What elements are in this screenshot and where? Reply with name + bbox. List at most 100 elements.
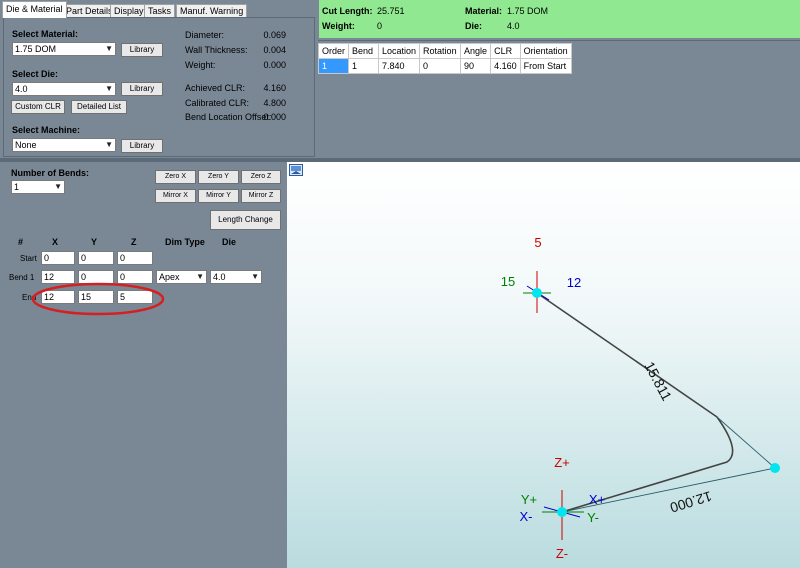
length-change-button[interactable]: Length Change xyxy=(210,210,281,230)
custom-clr-button[interactable]: Custom CLR xyxy=(11,100,65,114)
num-bends-value: 1 xyxy=(14,182,20,192)
tab-tasks[interactable]: Tasks xyxy=(144,4,176,18)
chevron-down-icon: ▼ xyxy=(196,272,204,281)
calibrated-clr-label: Calibrated CLR: xyxy=(185,98,250,108)
die-summary-label: Die: xyxy=(465,21,483,31)
select-machine-label: Select Machine: xyxy=(12,125,81,135)
material-summary-value: 1.75 DOM xyxy=(507,6,549,16)
axis-z-minus: Z- xyxy=(556,546,568,561)
tube-segment-1 xyxy=(536,292,718,418)
mirror-y-button[interactable]: Mirror Y xyxy=(198,189,239,203)
apex-node[interactable] xyxy=(770,463,780,473)
start-z-input[interactable]: 0 xyxy=(117,251,153,265)
chevron-down-icon: ▼ xyxy=(105,140,113,149)
select-die-label: Select Die: xyxy=(12,69,59,79)
apex-line-1 xyxy=(716,416,776,469)
num-bends-dropdown[interactable]: 1 ▼ xyxy=(11,180,65,194)
table-cell[interactable]: 7.840 xyxy=(378,58,421,74)
column-header[interactable]: Bend xyxy=(348,43,380,59)
weight-summary-value: 0 xyxy=(377,21,383,31)
bends-table-pane: Order Bend Location Rotation Angle CLR O… xyxy=(317,40,800,158)
summary-bar: Cut Length: 25.751 Weight: 0 Material: 1… xyxy=(319,0,800,38)
die-library-button[interactable]: Library xyxy=(121,82,163,96)
axis-y-plus: Y+ xyxy=(521,492,537,507)
material-dropdown[interactable]: 1.75 DOM ▼ xyxy=(12,42,116,56)
chevron-down-icon: ▼ xyxy=(251,272,259,281)
tab-manuf-warning[interactable]: Manuf. Warning xyxy=(176,4,248,18)
cut-length-value: 25.751 xyxy=(377,6,405,16)
bend-die-value: 4.0 xyxy=(213,272,226,282)
zero-x-button[interactable]: Zero X xyxy=(155,170,196,184)
achieved-clr-value: 4.160 xyxy=(263,83,286,93)
zero-y-button[interactable]: Zero Y xyxy=(198,170,239,184)
segment-length-1: 15.811 xyxy=(641,359,675,404)
diameter-label: Diameter: xyxy=(185,30,225,40)
table-cell[interactable]: From Start xyxy=(519,58,572,74)
highlight-ellipse xyxy=(31,282,165,316)
select-material-label: Select Material: xyxy=(12,29,79,39)
bend-die-dropdown[interactable]: 4.0 ▼ xyxy=(210,270,262,284)
die-dropdown[interactable]: 4.0 ▼ xyxy=(12,82,116,96)
material-library-button[interactable]: Library xyxy=(121,43,163,57)
wall-thickness-label: Wall Thickness: xyxy=(185,45,248,55)
table-cell[interactable]: 90 xyxy=(460,58,492,74)
bends-table[interactable]: Order Bend Location Rotation Angle CLR O… xyxy=(317,43,572,74)
table-header-row: Order Bend Location Rotation Angle CLR O… xyxy=(317,43,572,59)
table-cell[interactable]: 1 xyxy=(317,58,350,74)
die-summary-value: 4.0 xyxy=(507,21,520,31)
end-z-value: 5 xyxy=(534,235,541,250)
column-header[interactable]: Rotation xyxy=(419,43,462,59)
column-header[interactable]: Order xyxy=(317,43,350,59)
column-header[interactable]: Location xyxy=(378,43,421,59)
material-value: 1.75 DOM xyxy=(15,44,57,54)
machine-library-button[interactable]: Library xyxy=(121,139,163,153)
tab-part-details[interactable]: Part Details xyxy=(62,4,117,18)
header-dim-type: Dim Type xyxy=(165,237,205,247)
3d-viewport[interactable]: 5 15 12 15.811 12.000 Z+ Z- Y+ Y- X+ X- xyxy=(287,162,800,568)
table-cell[interactable]: 1 xyxy=(348,58,380,74)
axis-x-minus: X- xyxy=(520,509,533,524)
chevron-down-icon: ▼ xyxy=(54,182,62,191)
machine-value: None xyxy=(15,140,37,150)
tab-strip: Die & Material Part Details Display Task… xyxy=(0,0,318,18)
cut-length-label: Cut Length: xyxy=(322,6,373,16)
column-header[interactable]: Angle xyxy=(460,43,492,59)
mirror-x-button[interactable]: Mirror X xyxy=(155,189,196,203)
header-die: Die xyxy=(222,237,237,247)
calibrated-clr-value: 4.800 xyxy=(263,98,286,108)
start-y-input[interactable]: 0 xyxy=(78,251,114,265)
start-x-input[interactable]: 0 xyxy=(41,251,75,265)
machine-dropdown[interactable]: None ▼ xyxy=(12,138,116,152)
start-node[interactable] xyxy=(557,507,567,517)
table-cell[interactable]: 0 xyxy=(419,58,462,74)
axis-z-plus: Z+ xyxy=(554,455,570,470)
material-summary-label: Material: xyxy=(465,6,503,16)
die-material-panel: Select Material: 1.75 DOM ▼ Library Sele… xyxy=(3,17,315,157)
diameter-value: 0.069 xyxy=(263,30,286,40)
table-cell[interactable]: 4.160 xyxy=(490,58,521,74)
zero-z-button[interactable]: Zero Z xyxy=(241,170,281,184)
header-y: Y xyxy=(91,237,98,247)
highlight-ellipse-shape xyxy=(31,282,165,316)
tube-drawing: 5 15 12 15.811 12.000 Z+ Z- Y+ Y- X+ X- xyxy=(501,235,780,561)
chevron-down-icon: ▼ xyxy=(105,84,113,93)
axis-y-minus: Y- xyxy=(587,510,599,525)
header-x: X xyxy=(52,237,59,247)
weight-value: 0.000 xyxy=(263,60,286,70)
end-node[interactable] xyxy=(532,288,542,298)
row-label-start: Start xyxy=(20,254,37,263)
column-header[interactable]: Orientation xyxy=(519,43,572,59)
header-index: # xyxy=(18,237,24,247)
table-row[interactable]: 1 1 7.840 0 90 4.160 From Start xyxy=(317,58,572,74)
bend-editor-panel: Number of Bends: 1 ▼ Zero X Zero Y Zero … xyxy=(0,162,287,568)
tab-display[interactable]: Display xyxy=(110,4,148,18)
weight-summary-label: Weight: xyxy=(322,21,355,31)
mirror-z-button[interactable]: Mirror Z xyxy=(241,189,281,203)
bend-location-offset-value: 0.000 xyxy=(263,112,286,122)
tab-die-material[interactable]: Die & Material xyxy=(2,1,67,18)
end-y-value: 15 xyxy=(501,274,515,289)
weight-label: Weight: xyxy=(185,60,216,70)
die-value: 4.0 xyxy=(15,84,28,94)
detailed-list-button[interactable]: Detailed List xyxy=(71,100,127,114)
column-header[interactable]: CLR xyxy=(490,43,521,59)
